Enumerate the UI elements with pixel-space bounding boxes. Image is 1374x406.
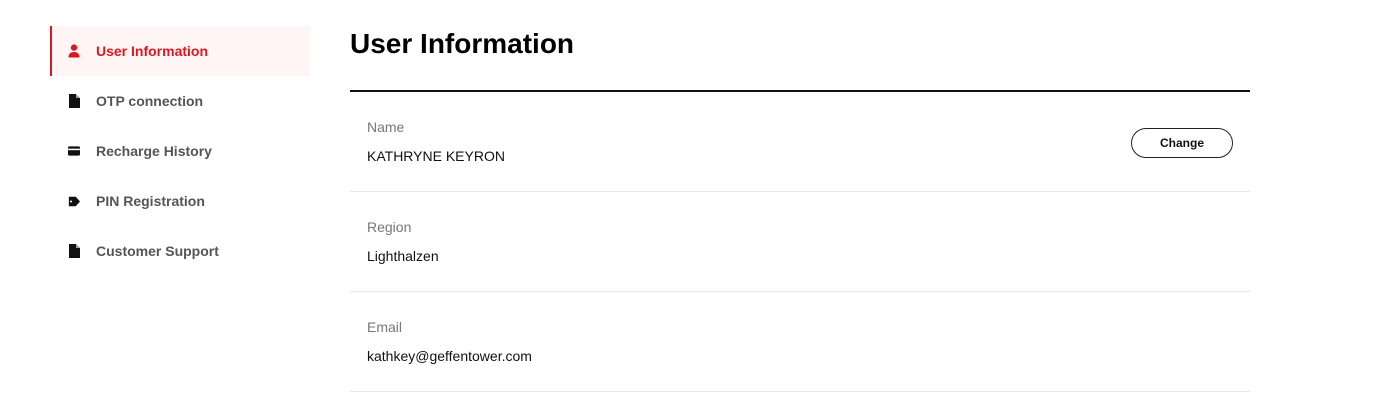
email-label: Email — [367, 319, 403, 335]
sidebar-item-otp-connection[interactable]: OTP connection — [50, 76, 310, 126]
sidebar-item-pin-registration[interactable]: PIN Registration — [50, 176, 310, 226]
sidebar-item-label: User Information — [96, 43, 209, 59]
name-label: Name — [367, 119, 405, 135]
region-label: Region — [367, 219, 412, 235]
sidebar-item-customer-support[interactable]: Customer Support — [50, 226, 310, 276]
user-icon — [68, 44, 80, 58]
name-field-row: Name KATHRYNE KEYRON Change — [350, 92, 1250, 192]
document-icon — [68, 94, 80, 108]
main-content: User Information Name KATHRYNE KEYRON Ch… — [350, 24, 1250, 392]
card-icon — [68, 144, 80, 158]
sidebar-item-label: OTP connection — [96, 93, 204, 109]
page-title: User Information — [350, 28, 575, 59]
region-field-row: Region Lighthalzen — [350, 192, 1250, 292]
sidebar: User Information OTP connection Recharge… — [50, 26, 310, 276]
tag-icon — [68, 194, 80, 208]
sidebar-item-recharge-history[interactable]: Recharge History — [50, 126, 310, 176]
sidebar-item-label: Customer Support — [96, 243, 219, 259]
document-icon — [68, 244, 80, 258]
sidebar-item-user-information[interactable]: User Information — [50, 26, 310, 76]
region-value: Lighthalzen — [367, 248, 439, 264]
sidebar-item-label: Recharge History — [96, 143, 212, 159]
change-button[interactable]: Change — [1131, 128, 1233, 158]
page: User Information OTP connection Recharge… — [0, 0, 1374, 406]
email-field-row: Email kathkey@geffentower.com — [350, 292, 1250, 392]
email-value: kathkey@geffentower.com — [367, 348, 532, 364]
name-value: KATHRYNE KEYRON — [367, 148, 505, 164]
sidebar-item-label: PIN Registration — [96, 193, 205, 209]
